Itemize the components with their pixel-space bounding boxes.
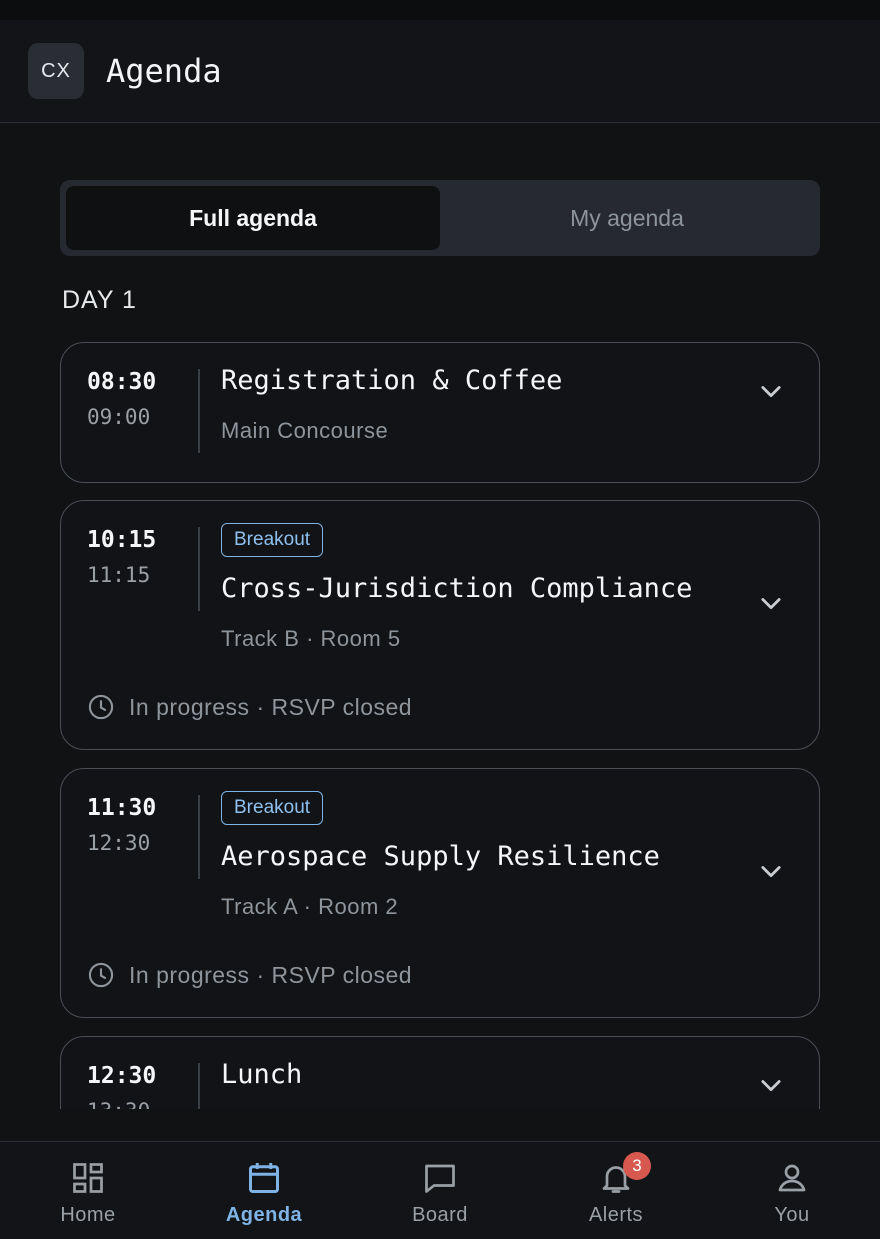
agenda-content[interactable]: Full agenda My agenda DAY 1 08:30 09:00 …: [0, 124, 880, 1109]
nav-board[interactable]: Board: [352, 1142, 528, 1239]
chevron-down-icon[interactable]: [757, 1071, 785, 1099]
app-logo[interactable]: CX: [28, 43, 84, 99]
session-times: 11:30 12:30: [87, 795, 177, 855]
app-bar: CX Agenda: [0, 20, 880, 123]
agenda-tab-switcher: Full agenda My agenda: [60, 180, 820, 256]
session-type-badge: Breakout: [221, 791, 324, 825]
session-end-time: 11:15: [87, 563, 151, 587]
tab-full-agenda[interactable]: Full agenda: [66, 186, 440, 250]
session-title: Cross-Jurisdiction Compliance: [221, 573, 693, 604]
session-start-time: 11:30: [87, 795, 157, 821]
session-body: Lunch: [221, 1059, 741, 1090]
session-title: Lunch: [221, 1059, 303, 1090]
session-title: Registration & Coffee: [221, 365, 563, 396]
chevron-down-icon[interactable]: [757, 377, 785, 405]
session-status-text: In progress · RSVP closed: [129, 961, 413, 988]
session-status-text: In progress · RSVP closed: [129, 693, 413, 720]
bottom-navigation: Home Agenda Board 3 Alerts You: [0, 1141, 880, 1239]
session-title: Aerospace Supply Resilience: [221, 841, 660, 872]
session-status: In progress · RSVP closed: [87, 961, 412, 989]
chevron-down-icon[interactable]: [757, 589, 785, 617]
nav-label: Alerts: [588, 1204, 644, 1226]
nav-alerts[interactable]: 3 Alerts: [528, 1142, 704, 1239]
nav-label: Home: [60, 1204, 116, 1226]
nav-agenda[interactable]: Agenda: [176, 1142, 352, 1239]
session-location: Track B · Room 5: [221, 626, 401, 651]
page-title: Agenda: [106, 52, 222, 90]
session-start-time: 12:30: [87, 1063, 157, 1089]
session-card[interactable]: 10:15 11:15 Breakout Cross-Jurisdiction …: [60, 500, 820, 750]
session-card[interactable]: 11:30 12:30 Breakout Aerospace Supply Re…: [60, 768, 820, 1018]
nav-you[interactable]: You: [704, 1142, 880, 1239]
divider: [198, 369, 200, 453]
clock-icon: [88, 694, 114, 720]
session-end-time: 09:00: [87, 405, 151, 429]
session-start-time: 10:15: [87, 527, 157, 553]
session-body: Registration & Coffee Main Concourse: [221, 365, 741, 444]
session-body: Breakout Aerospace Supply Resilience Tra…: [221, 791, 741, 920]
status-bar: [0, 0, 880, 20]
nav-label: You: [774, 1204, 810, 1226]
session-card[interactable]: 12:30 13:30 Lunch: [60, 1036, 820, 1109]
divider: [198, 795, 200, 879]
nav-home[interactable]: Home: [0, 1142, 176, 1239]
session-card[interactable]: 08:30 09:00 Registration & Coffee Main C…: [60, 342, 820, 483]
tab-my-agenda[interactable]: My agenda: [440, 186, 814, 250]
nav-label: Board: [412, 1204, 468, 1226]
session-body: Breakout Cross-Jurisdiction Compliance T…: [221, 523, 741, 652]
session-times: 08:30 09:00: [87, 369, 177, 429]
calendar-icon: [249, 1163, 279, 1193]
notification-count-badge: 3: [623, 1152, 651, 1180]
chat-bubble-icon: [425, 1164, 455, 1193]
chevron-down-icon[interactable]: [757, 857, 785, 885]
session-times: 10:15 11:15: [87, 527, 177, 587]
session-start-time: 08:30: [87, 369, 157, 395]
day-heading: DAY 1: [62, 286, 137, 314]
session-end-time: 13:30: [87, 1099, 177, 1109]
session-status: In progress · RSVP closed: [87, 693, 412, 721]
session-type-badge: Breakout: [221, 523, 324, 557]
session-location: Main Concourse: [221, 418, 389, 443]
person-icon: [778, 1164, 806, 1192]
divider: [198, 1063, 200, 1109]
divider: [198, 527, 200, 611]
nav-label: Agenda: [225, 1204, 303, 1226]
dashboard-icon: [73, 1163, 103, 1193]
session-times: 12:30 13:30: [87, 1063, 177, 1109]
clock-icon: [88, 962, 114, 988]
session-end-time: 12:30: [87, 831, 151, 855]
session-location: Track A · Room 2: [221, 894, 399, 919]
